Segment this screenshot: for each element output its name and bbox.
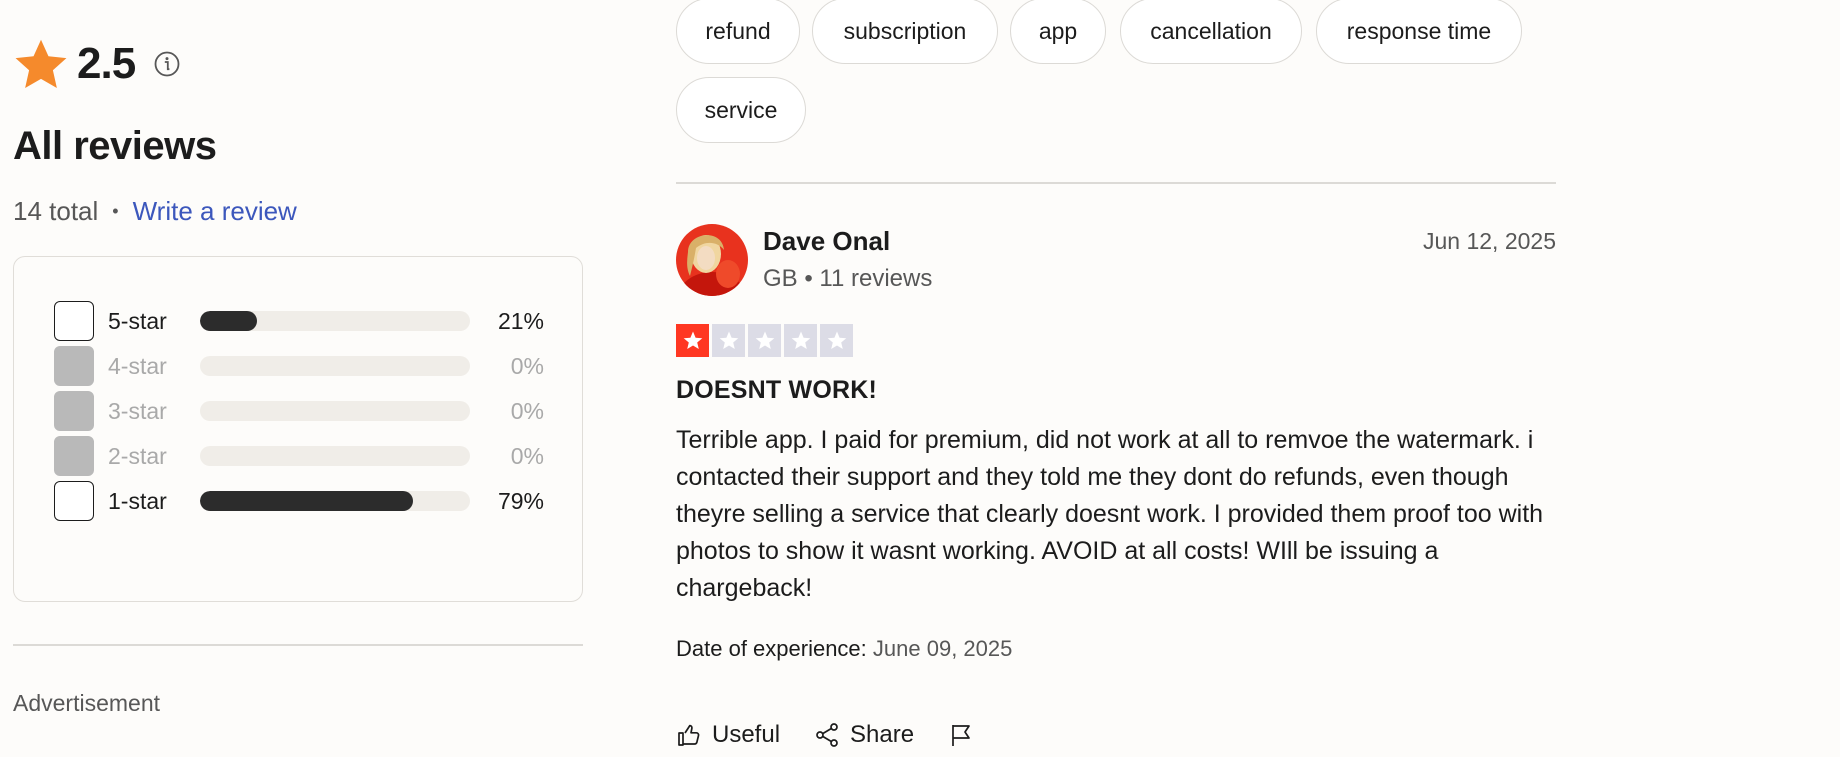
- filter-row-5-star[interactable]: 5-star 21%: [54, 301, 544, 341]
- checkbox-3-star: [54, 391, 94, 431]
- filter-percent: 0%: [510, 352, 544, 379]
- divider: [676, 182, 1556, 184]
- info-icon[interactable]: [153, 50, 181, 78]
- review-body: Terrible app. I paid for premium, did no…: [676, 426, 1544, 602]
- filter-percent: 79%: [497, 487, 544, 514]
- filter-row-2-star: 2-star 0%: [54, 436, 544, 476]
- reviewer-name[interactable]: Dave Onal: [763, 226, 890, 257]
- star-icon: [755, 331, 774, 349]
- thumbs-up-icon: [678, 724, 700, 746]
- filter-label: 4-star: [108, 352, 167, 379]
- useful-button[interactable]: Useful: [676, 721, 780, 749]
- advertisement-label: Advertisement: [13, 690, 161, 716]
- rating-bar: [200, 401, 470, 421]
- reviewer-meta: GB • 11 reviews: [763, 265, 933, 292]
- star-icon: [15, 39, 67, 89]
- score-row: 2.5: [13, 36, 181, 92]
- checkbox-1-star[interactable]: [54, 481, 94, 521]
- page-title: All reviews: [13, 124, 217, 168]
- filter-percent: 0%: [510, 397, 544, 424]
- review-actions: Useful Share: [676, 718, 974, 752]
- filter-label: 1-star: [108, 487, 167, 514]
- review-star-rating: [676, 324, 853, 357]
- filter-row-1-star[interactable]: 1-star 79%: [54, 481, 544, 521]
- tag-cancellation[interactable]: cancellation: [1120, 0, 1302, 64]
- rating-bar: [200, 311, 470, 331]
- date-of-experience: Date of experience: June 09, 2025: [676, 636, 1012, 662]
- share-icon: [816, 723, 838, 747]
- total-count: 14 total: [13, 196, 99, 226]
- filter-percent: 0%: [510, 442, 544, 469]
- rating-star-empty: [784, 324, 817, 357]
- experience-label: Date of experience:: [676, 636, 867, 661]
- separator: •: [112, 201, 119, 221]
- filter-label: 5-star: [108, 307, 167, 334]
- tag-service[interactable]: service: [676, 77, 806, 143]
- star-icon: [791, 331, 810, 349]
- rating-star-empty: [820, 324, 853, 357]
- useful-label: Useful: [712, 721, 781, 748]
- rating-bar-fill: [200, 491, 414, 511]
- tag-refund[interactable]: refund: [676, 0, 800, 64]
- tag-app[interactable]: app: [1010, 0, 1106, 64]
- tag-response-time[interactable]: response time: [1316, 0, 1522, 64]
- flag-icon: [952, 725, 970, 746]
- rating-bar-fill: [200, 311, 257, 331]
- tag-subscription[interactable]: subscription: [812, 0, 998, 64]
- filter-row-4-star: 4-star 0%: [54, 346, 544, 386]
- overall-score: 2.5: [77, 39, 136, 88]
- report-button[interactable]: [948, 722, 974, 748]
- star-icon: [827, 331, 846, 349]
- review-date: Jun 12, 2025: [1422, 228, 1556, 254]
- share-button[interactable]: Share: [814, 721, 914, 749]
- avatar[interactable]: [676, 224, 748, 296]
- star-filter-box: 5-star 21% 4-star 0% 3-star 0% 2-star 0%…: [13, 256, 583, 602]
- rating-bar: [200, 491, 470, 511]
- filter-label: 2-star: [108, 442, 167, 469]
- write-review-link[interactable]: Write a review: [133, 196, 297, 227]
- checkbox-4-star: [54, 346, 94, 386]
- review-title: DOESNT WORK!: [676, 376, 877, 404]
- experience-date: June 09, 2025: [872, 636, 1013, 661]
- rating-bar: [200, 446, 470, 466]
- rating-star-empty: [748, 324, 781, 357]
- star-icon: [719, 331, 738, 349]
- review-column: refund subscription app cancellation res…: [676, 0, 1556, 757]
- share-label: Share: [850, 721, 915, 748]
- checkbox-5-star[interactable]: [54, 301, 94, 341]
- filter-label: 3-star: [108, 397, 167, 424]
- divider: [13, 644, 583, 646]
- checkbox-2-star: [54, 436, 94, 476]
- rating-bar: [200, 356, 470, 376]
- star-icon: [683, 331, 702, 349]
- filter-row-3-star: 3-star 0%: [54, 391, 544, 431]
- rating-star-filled: [676, 324, 709, 357]
- total-row: 14 total • Write a review: [13, 196, 297, 227]
- filter-percent: 21%: [497, 307, 544, 334]
- rating-star-empty: [712, 324, 745, 357]
